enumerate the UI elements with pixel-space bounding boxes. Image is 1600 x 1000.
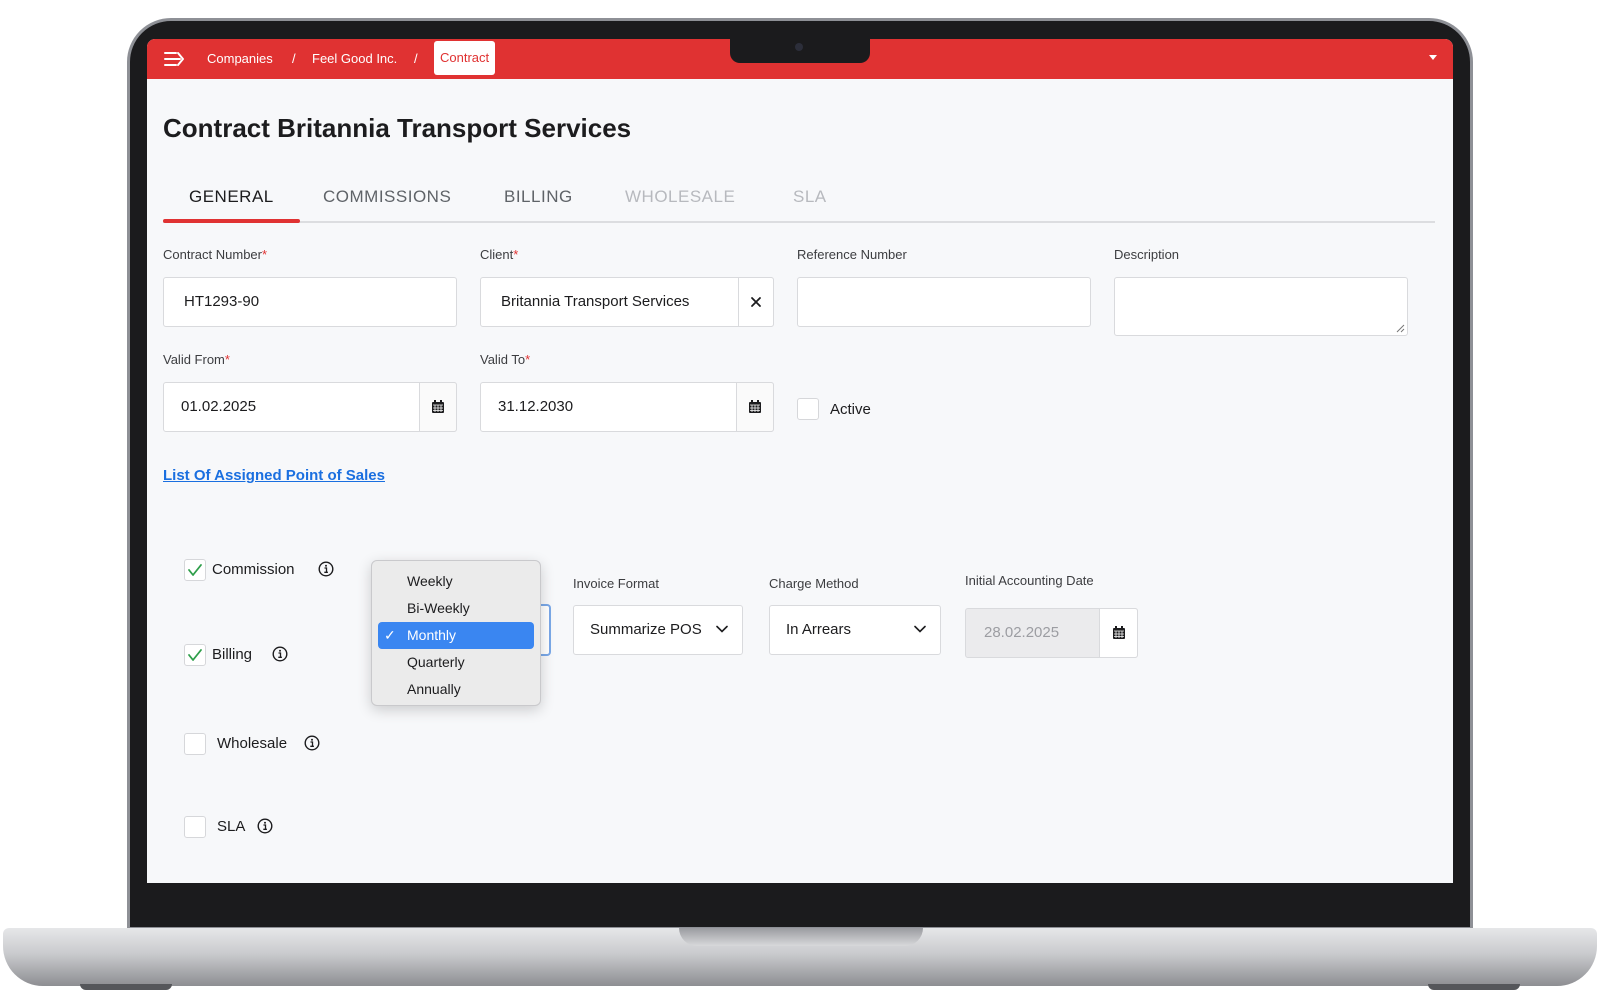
contract-number-label: Contract Number* (163, 247, 268, 262)
breadcrumb-company[interactable]: Feel Good Inc. (312, 51, 397, 66)
initial-accounting-date-calendar-button[interactable] (1099, 608, 1138, 658)
wholesale-checkbox[interactable] (184, 733, 206, 755)
active-checkbox[interactable] (797, 398, 819, 420)
billing-info-icon[interactable] (272, 646, 288, 662)
tab-commissions[interactable]: COMMISSIONS (323, 187, 451, 207)
tab-sla: SLA (793, 187, 827, 206)
contract-number-input[interactable]: HT1293-90 (163, 277, 457, 327)
description-label: Description (1114, 247, 1180, 262)
checkmark-icon (188, 649, 202, 661)
valid-to-label: Valid To* (480, 352, 531, 367)
checkmark-icon (188, 564, 202, 576)
billing-frequency-dropdown: Weekly Bi-Weekly ✓ Monthly Quarterly Annu… (371, 560, 541, 706)
frequency-option-annually[interactable]: Annually (378, 676, 534, 703)
invoice-format-label: Invoice Format (573, 576, 659, 591)
breadcrumb-current[interactable]: Contract (434, 41, 496, 75)
description-textarea[interactable] (1114, 277, 1408, 336)
valid-from-input[interactable]: 01.02.2025 (163, 382, 457, 432)
frequency-option-quarterly[interactable]: Quarterly (378, 649, 534, 676)
menu-collapse-icon[interactable] (163, 49, 185, 69)
client-label: Client* (480, 247, 519, 262)
tab-billing[interactable]: BILLING (504, 187, 573, 207)
camera-notch (730, 39, 870, 63)
breadcrumb-separator: / (292, 51, 296, 66)
billing-checkbox[interactable] (184, 644, 206, 666)
close-icon (751, 297, 761, 307)
resize-handle-icon[interactable] (1396, 324, 1405, 333)
frequency-option-bi-weekly[interactable]: Bi-Weekly (378, 595, 534, 622)
laptop-foot-left (80, 984, 172, 990)
commission-label: Commission (212, 561, 295, 578)
checkmark-icon: ✓ (384, 627, 396, 643)
laptop-foot-right (1428, 984, 1520, 990)
tab-bar: GENERAL COMMISSIONS BILLING WHOLESALE SL… (163, 179, 1435, 223)
tab-general[interactable]: GENERAL (189, 187, 274, 207)
commission-checkbox[interactable] (184, 559, 206, 581)
wholesale-info-icon[interactable] (304, 735, 320, 751)
valid-to-input[interactable]: 31.12.2030 (480, 382, 774, 432)
invoice-format-select[interactable]: Summarize POS (573, 605, 743, 655)
billing-label: Billing (212, 646, 253, 663)
wholesale-label: Wholesale (217, 735, 288, 752)
client-clear-button[interactable] (738, 277, 774, 327)
chevron-down-icon (914, 625, 926, 633)
camera-icon (795, 43, 803, 51)
chevron-down-icon (716, 625, 728, 633)
assigned-pos-link[interactable]: List Of Assigned Point of Sales (163, 467, 385, 484)
tab-wholesale: WHOLESALE (625, 187, 736, 206)
charge-method-label: Charge Method (769, 576, 859, 591)
sla-info-icon[interactable] (257, 818, 273, 834)
initial-accounting-date-input: 28.02.2025 (965, 608, 1138, 658)
valid-from-label: Valid From* (163, 352, 230, 367)
charge-method-select[interactable]: In Arrears (769, 605, 941, 655)
calendar-icon (1112, 626, 1125, 639)
user-menu-caret-icon[interactable] (1429, 55, 1437, 60)
active-tab-indicator (163, 219, 300, 223)
breadcrumb-separator: / (414, 51, 418, 66)
page-title: Contract Britannia Transport Services (163, 113, 632, 143)
reference-number-label: Reference Number (797, 247, 907, 262)
calendar-icon (432, 400, 444, 413)
sla-label: SLA (217, 818, 246, 835)
commission-info-icon[interactable] (318, 561, 334, 577)
client-input[interactable]: Britannia Transport Services (480, 277, 774, 327)
reference-number-input[interactable] (797, 277, 1091, 327)
frequency-option-monthly[interactable]: ✓ Monthly (378, 622, 534, 649)
valid-to-calendar-button[interactable] (736, 382, 774, 432)
valid-from-calendar-button[interactable] (419, 382, 457, 432)
initial-accounting-date-label: Initial Accounting Date (965, 573, 1094, 588)
sla-checkbox[interactable] (184, 816, 206, 838)
calendar-icon (749, 400, 761, 413)
frequency-option-weekly[interactable]: Weekly (378, 568, 534, 595)
active-label: Active (830, 401, 871, 418)
laptop-hinge-notch (679, 928, 923, 946)
screen: Companies / Feel Good Inc. / Contract Co… (147, 39, 1453, 883)
breadcrumb-companies[interactable]: Companies (207, 51, 273, 66)
